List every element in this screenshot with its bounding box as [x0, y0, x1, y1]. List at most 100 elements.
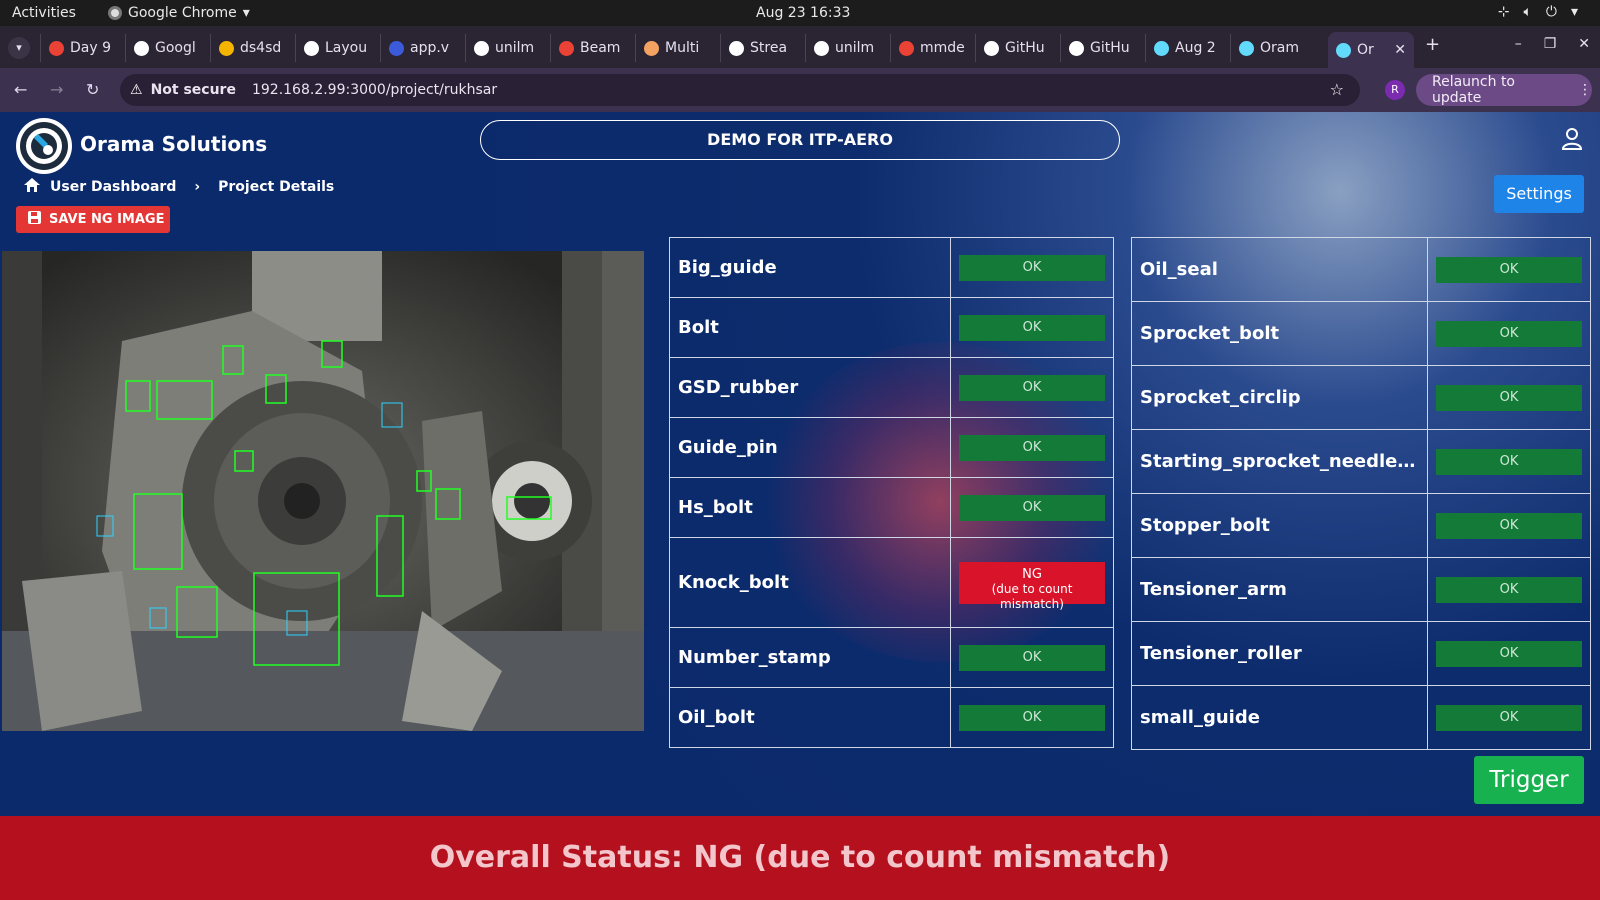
address-bar[interactable]: ⚠ Not secure 192.168.2.99:3000/project/r… — [120, 74, 1360, 106]
back-icon[interactable]: ← — [14, 80, 27, 99]
bookmark-star-icon[interactable]: ☆ — [1330, 80, 1344, 99]
part-row: Knock_bolt NG (due to count mismatch) — [669, 537, 1114, 628]
tab-label: app.v — [410, 40, 450, 56]
favicon-icon — [134, 40, 149, 56]
tab[interactable]: GitHu — [1060, 34, 1144, 62]
tab-label: Googl — [155, 40, 196, 56]
favicon-icon — [1239, 40, 1254, 56]
favicon-icon — [559, 40, 574, 56]
part-row: Sprocket_bolt OK — [1131, 301, 1591, 366]
inspection-image — [2, 251, 644, 731]
url-text[interactable]: 192.168.2.99:3000/project/rukhsar — [252, 82, 497, 98]
tab-strip: ▾ Day 9 Googl ds4sd Layou app.v unilm Beam Mult… — [0, 26, 1600, 68]
status-badge: OK — [1436, 384, 1582, 411]
part-status-cell: OK — [950, 297, 1114, 358]
tab[interactable]: Googl — [125, 34, 209, 62]
part-status-cell: OK — [950, 417, 1114, 478]
part-name: Sprocket_circlip — [1131, 365, 1428, 430]
favicon-icon — [219, 40, 234, 56]
status-badge: OK — [1436, 576, 1582, 603]
close-icon[interactable]: ✕ — [1578, 36, 1590, 52]
status-badge: OK — [959, 374, 1105, 401]
status-badge: OK — [959, 644, 1105, 671]
status-badge: OK — [959, 254, 1105, 281]
reload-icon[interactable]: ↻ — [86, 80, 99, 99]
maximize-icon[interactable]: ❐ — [1544, 36, 1557, 52]
tab[interactable]: Beam — [550, 34, 634, 62]
status-badge: OK — [959, 434, 1105, 461]
part-status-cell: OK — [1427, 493, 1591, 558]
tab-label: Strea — [750, 40, 788, 56]
activities-button[interactable]: Activities — [12, 5, 76, 21]
part-status-cell: OK — [1427, 365, 1591, 430]
tab[interactable]: app.v — [380, 34, 464, 62]
tab-active[interactable]: Or ✕ — [1328, 32, 1414, 68]
status-text: OK — [1499, 325, 1519, 341]
status-text: OK — [1022, 319, 1042, 335]
part-name: Knock_bolt — [669, 537, 951, 628]
settings-button[interactable]: Settings — [1494, 175, 1584, 213]
status-badge: OK — [1436, 640, 1582, 667]
part-name: Number_stamp — [669, 627, 951, 688]
tab[interactable]: unilm — [465, 34, 549, 62]
part-name: GSD_rubber — [669, 357, 951, 418]
tab[interactable]: unilm — [805, 34, 889, 62]
part-name: Oil_bolt — [669, 687, 951, 748]
favicon-icon — [304, 40, 319, 56]
favicon-icon — [899, 40, 914, 56]
save-ng-label: SAVE NG IMAGE — [49, 212, 165, 227]
part-row: GSD_rubber OK — [669, 357, 1114, 418]
part-row: Bolt OK — [669, 297, 1114, 358]
new-tab-button[interactable]: + — [1425, 34, 1440, 55]
part-status-cell: OK — [1427, 621, 1591, 686]
tab[interactable]: Multi — [635, 34, 719, 62]
status-badge: OK — [959, 494, 1105, 521]
part-row: Guide_pin OK — [669, 417, 1114, 478]
chevron-down-icon: ▾ — [242, 5, 250, 21]
tab[interactable]: Layou — [295, 34, 379, 62]
system-tray[interactable]: ⊹ 🔈︎ ⏻ ▾ — [1498, 4, 1578, 20]
part-name: Tensioner_roller — [1131, 621, 1428, 686]
tab[interactable]: Strea — [720, 34, 804, 62]
part-row: Oil_seal OK — [1131, 237, 1591, 302]
part-row: Starting_sprocket_needle_circl... OK — [1131, 429, 1591, 494]
status-text: OK — [1022, 649, 1042, 665]
user-account-icon[interactable] — [1561, 128, 1583, 154]
forward-icon[interactable]: → — [50, 80, 63, 99]
tab-label: ds4sd — [240, 40, 282, 56]
close-tab-icon[interactable]: ✕ — [1394, 42, 1406, 58]
profile-avatar[interactable]: R — [1385, 80, 1405, 100]
part-status-cell: NG (due to count mismatch) — [950, 537, 1114, 628]
relaunch-button[interactable]: Relaunch to update ⋮ — [1416, 74, 1592, 106]
tab[interactable]: Day 9 — [40, 34, 124, 62]
status-badge: OK — [1436, 256, 1582, 283]
part-name: Guide_pin — [669, 417, 951, 478]
app-name: Google Chrome — [128, 5, 237, 21]
save-ng-image-button[interactable]: SAVE NG IMAGE — [16, 206, 170, 233]
app-menu[interactable]: Google Chrome ▾ — [108, 5, 250, 21]
breadcrumb-home-link[interactable]: User Dashboard — [50, 179, 176, 195]
tab[interactable]: Oram — [1230, 34, 1314, 62]
parts-table-left: Big_guide OK Bolt OK GSD_rubber OK Guide_pin OK… — [669, 237, 1114, 748]
status-badge: OK — [959, 704, 1105, 731]
tab[interactable]: Aug 2 — [1145, 34, 1229, 62]
tab-label: Multi — [665, 40, 700, 56]
status-text: OK — [1022, 379, 1042, 395]
home-icon — [24, 178, 40, 196]
brand-name: Orama Solutions — [80, 132, 268, 156]
tab[interactable]: GitHu — [975, 34, 1059, 62]
clock[interactable]: Aug 23 16:33 — [756, 5, 850, 21]
tab-search-icon[interactable]: ▾ — [8, 37, 30, 59]
minimize-icon[interactable]: – — [1515, 36, 1522, 52]
chevron-down-icon: ▾ — [1570, 4, 1578, 20]
part-row: Sprocket_circlip OK — [1131, 365, 1591, 430]
part-name: Bolt — [669, 297, 951, 358]
tab-label: GitHu — [1090, 40, 1130, 56]
favicon-icon — [1069, 40, 1084, 56]
tab[interactable]: mmde — [890, 34, 974, 62]
tab-label: Layou — [325, 40, 368, 56]
tab[interactable]: ds4sd — [210, 34, 294, 62]
status-text: OK — [1022, 439, 1042, 455]
security-label[interactable]: Not secure — [151, 82, 236, 98]
trigger-button[interactable]: Trigger — [1474, 756, 1584, 804]
